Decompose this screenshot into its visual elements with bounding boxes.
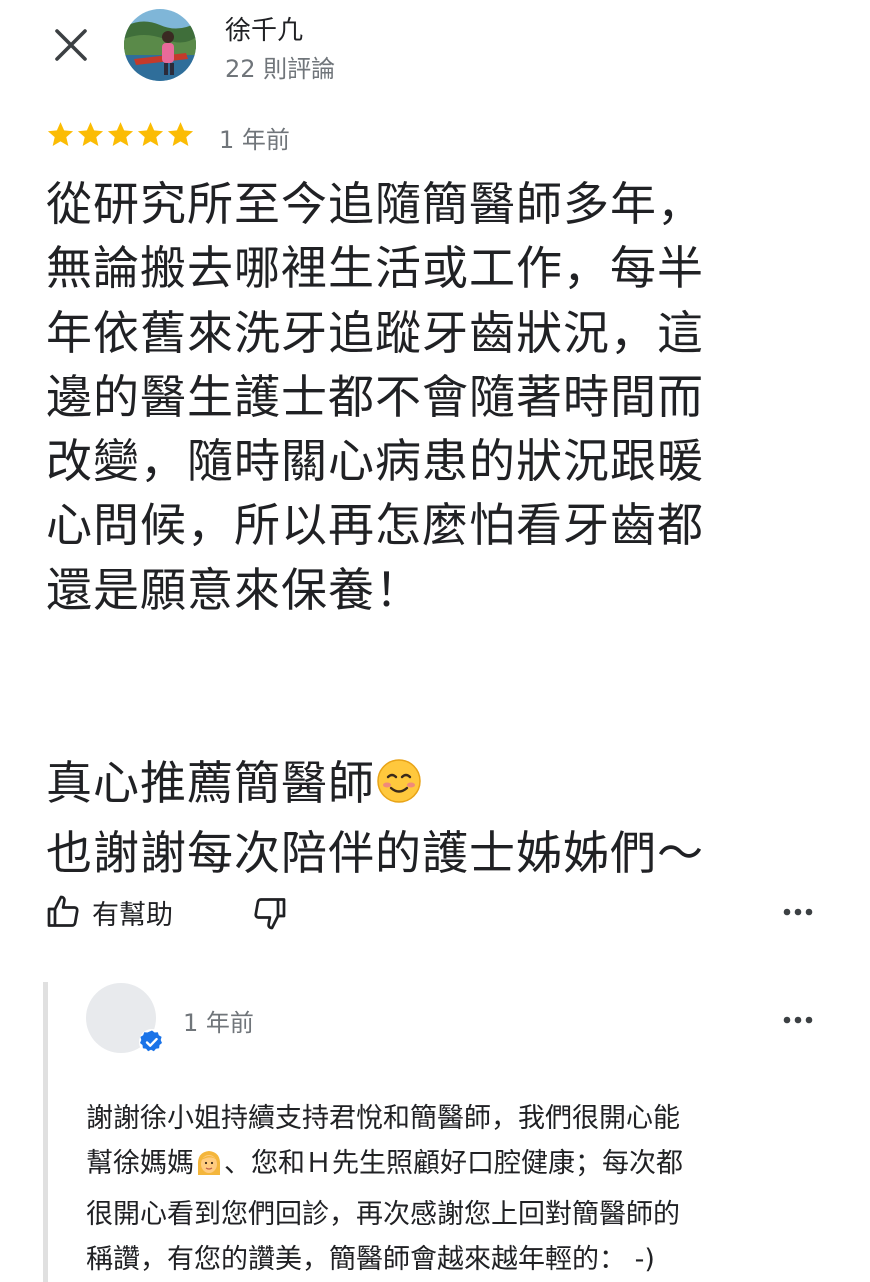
star-icon [137, 122, 164, 146]
review-more-button[interactable] [778, 892, 818, 932]
review-text: 從研究所至今追隨簡醫師多年， 無論搬去哪裡生活或工作，每半 年依舊來洗牙追蹤牙齒… [46, 172, 836, 885]
review-paragraph-2-line-1: 真心推薦簡醫師 [46, 755, 375, 810]
reply-text: 謝謝徐小姐持續支持君悅和簡醫師，我們很開心能 幫徐媽媽 、您和Ｈ先生照顧好口腔健康… [86, 1096, 816, 1282]
review-paragraph-2-line-2: 也謝謝每次陪伴的護士姊姊們～ [46, 825, 704, 880]
thumbs-down-icon [254, 898, 286, 930]
smiling-face-emoji [375, 757, 423, 821]
review-time: 1 年前 [219, 126, 290, 154]
close-icon [55, 29, 87, 61]
star-icon [77, 122, 104, 146]
reply-more-button[interactable] [778, 1000, 818, 1040]
more-horizontal-icon [783, 1016, 813, 1024]
star-icon [47, 122, 74, 146]
woman-emoji [194, 1147, 224, 1192]
star-icon [167, 122, 194, 146]
thumbs-up-icon [47, 895, 79, 927]
review-detail-page: 徐千凢 22 則評論 1 年前 從研究所至今追隨簡醫師多年， 無論搬去哪裡生活或… [0, 0, 870, 1282]
reply-divider-bar [43, 982, 48, 1282]
reviewer-avatar[interactable] [124, 9, 196, 81]
star-icon [107, 122, 134, 146]
helpful-button[interactable]: 有幫助 [46, 890, 173, 934]
review-count[interactable]: 22 則評論 [225, 49, 335, 84]
more-horizontal-icon [783, 908, 813, 916]
reviewer-name[interactable]: 徐千凢 [225, 10, 303, 47]
review-paragraph-1: 從研究所至今追隨簡醫師多年， 無論搬去哪裡生活或工作，每半 年依舊來洗牙追蹤牙齒… [46, 177, 704, 617]
close-button[interactable] [52, 26, 90, 64]
star-rating [46, 120, 195, 149]
avatar-photo [124, 9, 196, 81]
reply-time: 1 年前 [183, 1009, 254, 1037]
not-helpful-button[interactable] [248, 892, 290, 934]
verified-badge-icon [139, 1029, 165, 1055]
helpful-label: 有幫助 [92, 899, 173, 931]
